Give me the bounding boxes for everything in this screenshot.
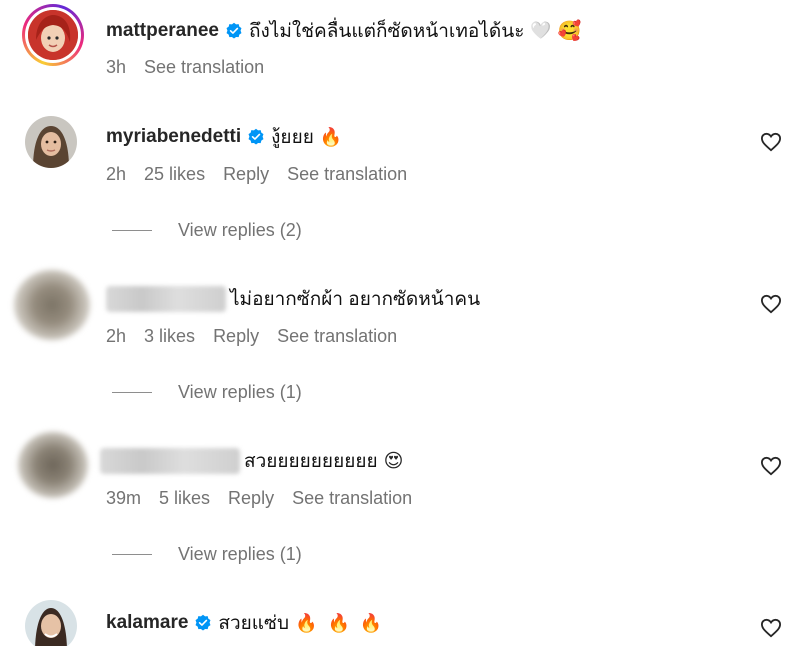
see-translation-link[interactable]: See translation [292,488,412,509]
fire-emoji-icon: 🔥 [319,126,343,147]
heart-eyes-emoji-icon: 😍 [383,450,404,472]
heart-outline-icon[interactable] [760,456,782,476]
replies-divider [112,392,152,393]
comment-meta: 2h 25 likes Reply See translation [106,164,407,185]
comment-text: สวยแซ่บ [218,613,290,634]
comment-text: สวยยยยยยยยยย [244,451,378,472]
see-translation-link[interactable]: See translation [277,326,397,347]
comment-meta: 3h See translation [106,57,264,78]
white-heart-emoji-icon: 🤍 [530,21,552,40]
story-ring[interactable] [22,4,84,66]
comment-line: mattperanee ถึงไม่ใช่คลื่นแต่ก็ซัดหน้าเท… [106,16,581,46]
timestamp: 2h [106,326,127,346]
reply-button[interactable]: Reply [223,164,269,185]
comment-line: สวยยยยยยยยยย 😍 [100,446,403,476]
timestamp: 3h [106,57,127,77]
view-replies-label: View replies (1) [178,544,302,564]
heart-outline-icon[interactable] [760,132,782,152]
view-replies-label: View replies (2) [178,220,302,240]
avatar-photo [25,600,77,646]
comment-line: kalamare สวยแซ่บ 🔥 🔥 🔥 [106,608,382,638]
avatar-photo [25,116,77,168]
username[interactable]: kalamare [106,612,188,634]
see-translation-link[interactable]: See translation [144,57,264,78]
verified-badge-icon [226,22,242,39]
comment-line: myriabenedetti งู้ยยย 🔥 [106,122,342,152]
comment-meta: 2h 3 likes Reply See translation [106,326,397,347]
heart-outline-icon[interactable] [760,294,782,314]
verified-badge-icon [195,614,211,631]
verified-badge-icon [248,128,264,145]
comment-text: งู้ยยย [271,127,314,148]
replies-divider [112,230,152,231]
avatar[interactable] [25,116,77,168]
view-replies-button[interactable]: View replies (1) [112,544,302,565]
avatar[interactable] [14,270,90,340]
timestamp: 2h [106,164,127,184]
comment-text: ถึงไม่ใช่คลื่นแต่ก็ซัดหน้าเทอได้นะ [249,21,525,42]
username[interactable] [106,286,226,312]
username[interactable]: myriabenedetti [106,126,241,148]
view-replies-button[interactable]: View replies (1) [112,382,302,403]
see-translation-link[interactable]: See translation [287,164,407,185]
username[interactable]: mattperanee [106,20,219,42]
heart-outline-icon[interactable] [760,618,782,638]
comment-meta: 39m 5 likes Reply See translation [106,488,412,509]
fire-emoji-icon: 🔥 [359,612,383,633]
comment-text: ไม่อยากซักผ้า อยากซัดหน้าคน [230,289,481,310]
fire-emoji-icon: 🔥 [295,612,318,633]
view-replies-label: View replies (1) [178,382,302,402]
comment-line: ไม่อยากซักผ้า อยากซัดหน้าคน [106,284,480,314]
avatar[interactable] [28,10,78,60]
avatar[interactable] [18,432,88,498]
fire-emoji-icon: 🔥 [327,612,350,633]
timestamp: 39m [106,488,142,508]
reply-button[interactable]: Reply [213,326,259,347]
avatar[interactable] [25,600,77,646]
likes-count[interactable]: 25 likes [144,164,205,185]
replies-divider [112,554,152,555]
username[interactable] [100,448,240,474]
reply-button[interactable]: Reply [228,488,274,509]
view-replies-button[interactable]: View replies (2) [112,220,302,241]
avatar-illustration [28,10,78,60]
likes-count[interactable]: 5 likes [159,488,210,509]
smiling-hearts-emoji-icon: 🥰 [557,21,582,42]
likes-count[interactable]: 3 likes [144,326,195,347]
